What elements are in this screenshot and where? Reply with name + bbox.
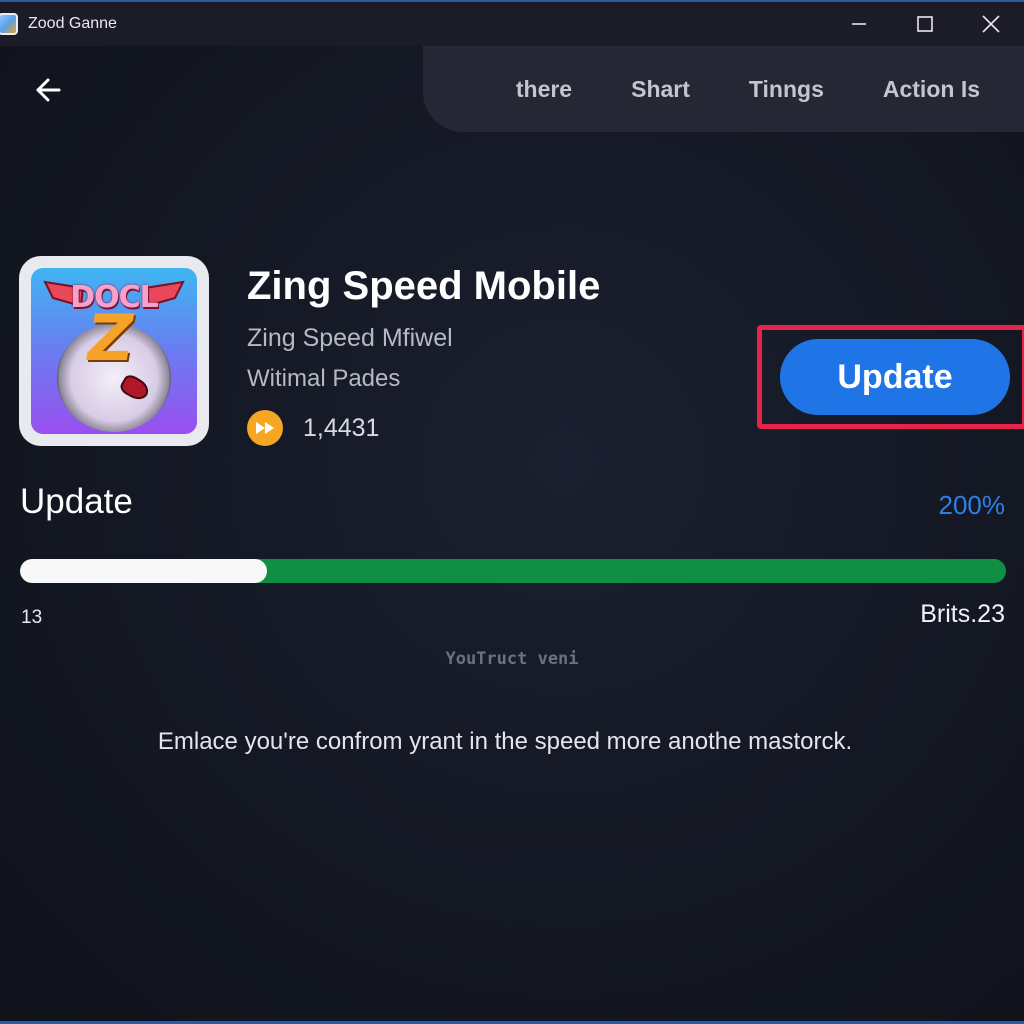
info-message: Emlace you're confrom yrant in the speed… xyxy=(157,728,853,755)
progress-bar xyxy=(20,559,1006,583)
rating-row: 1,4431 xyxy=(247,410,379,446)
minimize-icon xyxy=(852,23,866,25)
maximize-icon xyxy=(917,16,933,32)
tab-tinngs[interactable]: Tinngs xyxy=(749,76,824,103)
game-logo-icon: DOCL Z xyxy=(31,268,197,434)
app-developer[interactable]: Witimal Pades xyxy=(247,365,400,393)
close-button[interactable] xyxy=(958,2,1024,46)
window-title: Zood Ganne xyxy=(28,15,117,32)
minimize-button[interactable] xyxy=(826,2,892,46)
progress-end-value: Brits.23 xyxy=(920,600,1005,628)
tab-shart[interactable]: Shart xyxy=(631,76,690,103)
fast-forward-icon xyxy=(247,410,283,446)
progress-start-value: 13 xyxy=(21,607,43,628)
title-bar: Zood Ganne xyxy=(0,2,1024,46)
progress-fill xyxy=(20,559,267,583)
app-icon-tile: DOCL Z xyxy=(19,256,209,446)
update-section-label: Update xyxy=(20,482,133,521)
back-button[interactable] xyxy=(28,70,68,110)
app-title: Zing Speed Mobile xyxy=(247,264,601,308)
top-tab-bar: there Shart Tinngs Action Is xyxy=(423,46,1024,132)
app-window-icon xyxy=(0,13,18,35)
tab-action-is[interactable]: Action Is xyxy=(883,76,980,103)
app-window: Zood Ganne there Shart Tinngs Action Is xyxy=(0,0,1024,1024)
update-button[interactable]: Update xyxy=(780,339,1010,415)
tab-there[interactable]: there xyxy=(516,76,572,103)
app-subtitle: Zing Speed Mfiwel xyxy=(247,324,453,352)
progress-percent: 200% xyxy=(938,490,1006,520)
close-icon xyxy=(982,15,1000,33)
status-note: YouTruct veni xyxy=(445,649,579,669)
window-controls xyxy=(826,2,1024,46)
maximize-button[interactable] xyxy=(892,2,958,46)
rating-value: 1,4431 xyxy=(303,413,380,442)
arrow-left-icon xyxy=(36,78,61,102)
